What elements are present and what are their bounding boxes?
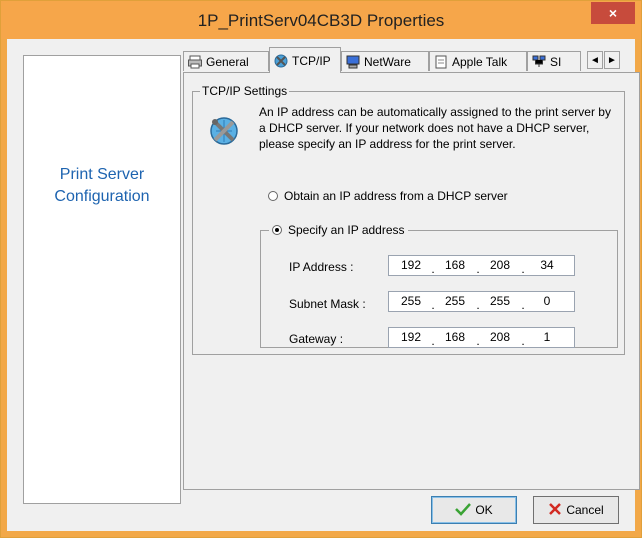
side-banner-line1: Print Server <box>59 166 145 183</box>
static-ip-group: Specify an IP address IP Address : 192 .… <box>260 223 618 348</box>
octet-separator: . <box>431 262 435 276</box>
cancel-button-label: Cancel <box>566 503 604 517</box>
subnet-octet-4: 0 <box>543 294 551 308</box>
network-icon <box>532 55 546 69</box>
dhcp-radio-label: Obtain an IP address from a DHCP server <box>284 189 508 203</box>
octet-separator: . <box>431 298 435 312</box>
tcpip-tab-page: TCP/IP Settings An IP address can be aut… <box>183 72 640 490</box>
tab-netware[interactable]: NetWare <box>341 51 429 71</box>
subnet-octet-2: 255 <box>444 294 466 308</box>
ip-octet-2: 168 <box>444 258 466 272</box>
ip-octet-4: 34 <box>540 258 554 272</box>
octet-separator: . <box>521 334 525 348</box>
arrow-right-icon: ► <box>607 55 617 66</box>
properties-window: 1P_PrintServ04CB3D Properties × Print Se… <box>0 0 642 538</box>
printer-icon <box>188 55 202 69</box>
network-tools-icon <box>274 54 288 68</box>
ok-button-label: OK <box>475 503 493 517</box>
side-banner: Print Server Configuration <box>23 55 181 504</box>
tab-apple-talk-label: Apple Talk <box>452 54 508 69</box>
tab-apple-talk[interactable]: Apple Talk <box>429 51 527 71</box>
octet-separator: . <box>476 334 480 348</box>
tcpip-settings-title: TCP/IP Settings <box>200 84 290 98</box>
subnet-mask-field[interactable]: 255 . 255 . 255 . 0 <box>388 291 575 312</box>
x-icon <box>548 502 562 519</box>
dhcp-radio-option[interactable]: Obtain an IP address from a DHCP server <box>268 189 508 203</box>
tab-tcpip[interactable]: TCP/IP <box>269 47 341 73</box>
octet-separator: . <box>476 298 480 312</box>
tab-strip: General TCP/IP NetWare Apple Talk SI ◄ ► <box>183 47 642 73</box>
subnet-octet-3: 255 <box>489 294 511 308</box>
side-banner-text: Print Server Configuration <box>24 164 180 208</box>
tab-si-label: SI <box>550 54 562 69</box>
ip-octet-1: 192 <box>400 258 422 272</box>
dialog-body: Print Server Configuration General TCP/I… <box>7 39 640 531</box>
close-button[interactable]: × <box>591 2 635 24</box>
tab-general[interactable]: General <box>183 51 269 71</box>
cancel-button[interactable]: Cancel <box>533 496 619 524</box>
gateway-octet-1: 192 <box>400 330 422 344</box>
subnet-octet-1: 255 <box>400 294 422 308</box>
ip-octet-3: 208 <box>489 258 511 272</box>
tab-tcpip-label: TCP/IP <box>292 53 331 68</box>
tab-si[interactable]: SI <box>527 51 581 71</box>
tab-general-label: General <box>206 54 249 69</box>
ok-button[interactable]: OK <box>431 496 517 524</box>
specify-ip-radio-option[interactable]: Specify an IP address <box>269 223 408 237</box>
specify-ip-radio-label: Specify an IP address <box>288 223 405 237</box>
dhcp-description: An IP address can be automatically assig… <box>259 105 611 151</box>
document-icon <box>434 55 448 69</box>
gateway-label: Gateway : <box>289 332 344 346</box>
side-banner-line2: Configuration <box>54 188 150 205</box>
octet-separator: . <box>431 334 435 348</box>
tcpip-settings-group: TCP/IP Settings An IP address can be aut… <box>192 84 625 355</box>
specify-ip-radio[interactable] <box>272 225 282 235</box>
octet-separator: . <box>476 262 480 276</box>
network-tools-icon <box>207 114 241 148</box>
dhcp-radio[interactable] <box>268 191 278 201</box>
window-title: 1P_PrintServ04CB3D Properties <box>197 11 445 30</box>
tab-scroll-right-button[interactable]: ► <box>604 51 620 69</box>
octet-separator: . <box>521 298 525 312</box>
arrow-left-icon: ◄ <box>590 55 600 66</box>
title-bar[interactable]: 1P_PrintServ04CB3D Properties × <box>1 1 641 39</box>
close-icon: × <box>608 5 618 21</box>
gateway-octet-3: 208 <box>489 330 511 344</box>
tab-scroll-left-button[interactable]: ◄ <box>587 51 603 69</box>
computer-icon <box>346 55 360 69</box>
ip-address-field[interactable]: 192 . 168 . 208 . 34 <box>388 255 575 276</box>
subnet-mask-label: Subnet Mask : <box>289 297 366 311</box>
gateway-octet-4: 1 <box>543 330 551 344</box>
ip-address-label: IP Address : <box>289 260 354 274</box>
gateway-octet-2: 168 <box>444 330 466 344</box>
tab-netware-label: NetWare <box>364 54 411 69</box>
checkmark-icon <box>455 502 472 519</box>
octet-separator: . <box>521 262 525 276</box>
gateway-field[interactable]: 192 . 168 . 208 . 1 <box>388 327 575 348</box>
